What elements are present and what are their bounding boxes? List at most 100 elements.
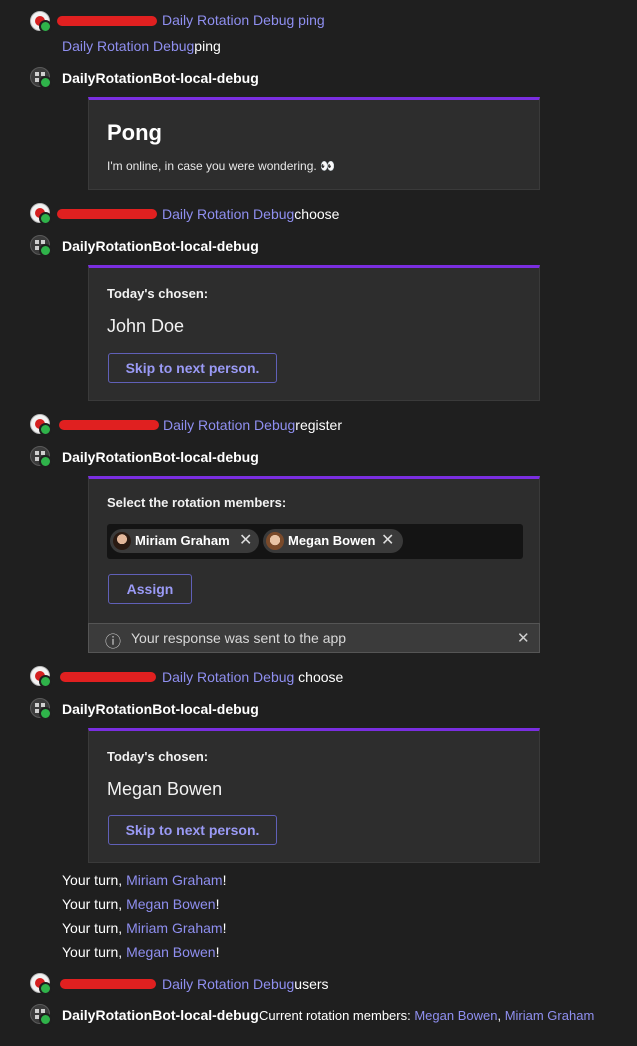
user-avatar[interactable] (30, 973, 52, 995)
user-avatar[interactable] (30, 666, 52, 688)
turn-prefix: Your turn, (62, 944, 127, 960)
turn-suffix: ! (215, 896, 220, 912)
user-avatar[interactable] (30, 203, 52, 225)
bot-mention[interactable]: Daily Rotation Debug (162, 206, 294, 222)
message-text: ping (194, 38, 221, 54)
assign-button[interactable]: Assign (108, 574, 192, 604)
redacted-username (60, 672, 156, 682)
response-sent-banner: ⓘ Your response was sent to the app ✕ (88, 623, 540, 653)
turn-prefix: Your turn, (62, 896, 127, 912)
bot-sender-name: DailyRotationBot-local-debug (62, 449, 259, 465)
bot-mention[interactable]: Daily Rotation Debug (62, 38, 194, 54)
remove-member-icon[interactable]: ✕ (239, 529, 252, 553)
presence-available-icon (39, 707, 52, 720)
card-label: Today's chosen: (107, 286, 209, 301)
user-message-choose: Daily Rotation Debugchoose (0, 202, 637, 225)
pong-card: Pong I'm online, in case you were wonder… (88, 97, 540, 190)
presence-available-icon (39, 982, 52, 995)
turn-prefix: Your turn, (62, 872, 127, 888)
member-pill: Megan Bowen ✕ (263, 529, 403, 553)
bot-mention[interactable]: Daily Rotation Debug (162, 669, 294, 685)
bot-message-header: DailyRotationBot-local-debug (0, 67, 637, 89)
skip-to-next-button[interactable]: Skip to next person. (108, 815, 277, 845)
close-icon[interactable]: ✕ (517, 629, 530, 647)
user-message-users: Daily Rotation Debugusers (0, 972, 637, 995)
banner-text: Your response was sent to the app (131, 630, 347, 646)
redacted-username (59, 420, 159, 430)
turn-suffix: ! (222, 920, 227, 936)
turn-message: Your turn, Miriam Graham! (62, 920, 226, 936)
separator: , (497, 1008, 505, 1023)
bot-message-header: DailyRotationBot-local-debug (0, 698, 637, 720)
turn-prefix: Your turn, (62, 920, 127, 936)
presence-available-icon (39, 455, 52, 468)
register-card: Select the rotation members: Miriam Grah… (88, 476, 540, 624)
turn-suffix: ! (215, 944, 220, 960)
skip-to-next-button[interactable]: Skip to next person. (108, 353, 277, 383)
message-text: register (295, 417, 342, 433)
bot-sender-name: DailyRotationBot-local-debug (62, 70, 259, 86)
bot-sender-name: DailyRotationBot-local-debug (62, 238, 259, 254)
card-title: Pong (107, 120, 162, 145)
member-name: Megan Bowen (288, 533, 376, 548)
presence-available-icon (39, 675, 52, 688)
bot-avatar[interactable] (30, 698, 52, 720)
user-message-register: Daily Rotation Debugregister (0, 413, 637, 436)
bot-sender-name: DailyRotationBot-local-debug (62, 1007, 259, 1023)
user-avatar[interactable] (30, 11, 52, 33)
person-mention[interactable]: Megan Bowen (126, 896, 216, 912)
remove-member-icon[interactable]: ✕ (381, 529, 394, 553)
user-message-choose: Daily Rotation Debug choose (0, 665, 637, 688)
bot-mention[interactable]: Daily Rotation Debug ping (162, 12, 325, 28)
members-prefix: Current rotation members: (259, 1008, 415, 1023)
presence-available-icon (39, 423, 52, 436)
message-text: choose (294, 669, 344, 685)
card-label: Today's chosen: (107, 749, 209, 764)
person-mention[interactable]: Miriam Graham (126, 872, 222, 888)
bot-message-header: DailyRotationBot-local-debug (0, 235, 637, 257)
member-avatar (266, 532, 284, 550)
rotation-members-text: Current rotation members: Megan Bowen, M… (259, 1008, 594, 1023)
turn-message: Your turn, Miriam Graham! (62, 872, 226, 888)
chosen-card: Today's chosen: John Doe Skip to next pe… (88, 265, 540, 401)
presence-available-icon (39, 244, 52, 257)
bot-avatar[interactable] (30, 67, 52, 89)
redacted-username (57, 209, 157, 219)
member-name: Miriam Graham (135, 533, 230, 548)
member-avatar (113, 532, 131, 550)
message-text: users (294, 976, 329, 992)
bot-mention[interactable]: Daily Rotation Debug (163, 417, 295, 433)
card-text: I'm online, in case you were wondering. … (107, 159, 336, 173)
user-message-ping-body: Daily Rotation Debugping (0, 36, 637, 56)
bot-avatar[interactable] (30, 235, 52, 257)
turn-suffix: ! (222, 872, 227, 888)
info-icon: ⓘ (105, 634, 122, 651)
turn-message: Your turn, Megan Bowen! (62, 944, 220, 960)
person-mention[interactable]: Megan Bowen (414, 1008, 497, 1023)
user-message-ping: Daily Rotation Debug ping (0, 10, 637, 33)
redacted-username (60, 979, 156, 989)
presence-available-icon (39, 1013, 52, 1026)
person-mention[interactable]: Megan Bowen (126, 944, 216, 960)
bot-mention[interactable]: Daily Rotation Debug (162, 976, 294, 992)
member-people-picker[interactable]: Miriam Graham ✕ Megan Bowen ✕ (107, 524, 523, 559)
bot-sender-name: DailyRotationBot-local-debug (62, 701, 259, 717)
presence-available-icon (39, 20, 52, 33)
chosen-person-name: John Doe (107, 316, 185, 336)
chosen-person-name: Megan Bowen (107, 779, 223, 799)
card-label: Select the rotation members: (107, 495, 287, 510)
user-avatar[interactable] (30, 414, 52, 436)
bot-avatar[interactable] (30, 1004, 52, 1026)
bot-message-header: DailyRotationBot-local-debug (0, 446, 637, 468)
person-mention[interactable]: Miriam Graham (505, 1008, 595, 1023)
presence-available-icon (39, 76, 52, 89)
person-mention[interactable]: Miriam Graham (126, 920, 222, 936)
presence-available-icon (39, 212, 52, 225)
bot-avatar[interactable] (30, 446, 52, 468)
member-pill: Miriam Graham ✕ (110, 529, 259, 553)
bot-message-users-reply: DailyRotationBot-local-debug Current rot… (0, 1004, 637, 1026)
turn-message: Your turn, Megan Bowen! (62, 896, 220, 912)
chosen-card: Today's chosen: Megan Bowen Skip to next… (88, 728, 540, 863)
redacted-username (57, 16, 157, 26)
message-text: choose (294, 206, 340, 222)
